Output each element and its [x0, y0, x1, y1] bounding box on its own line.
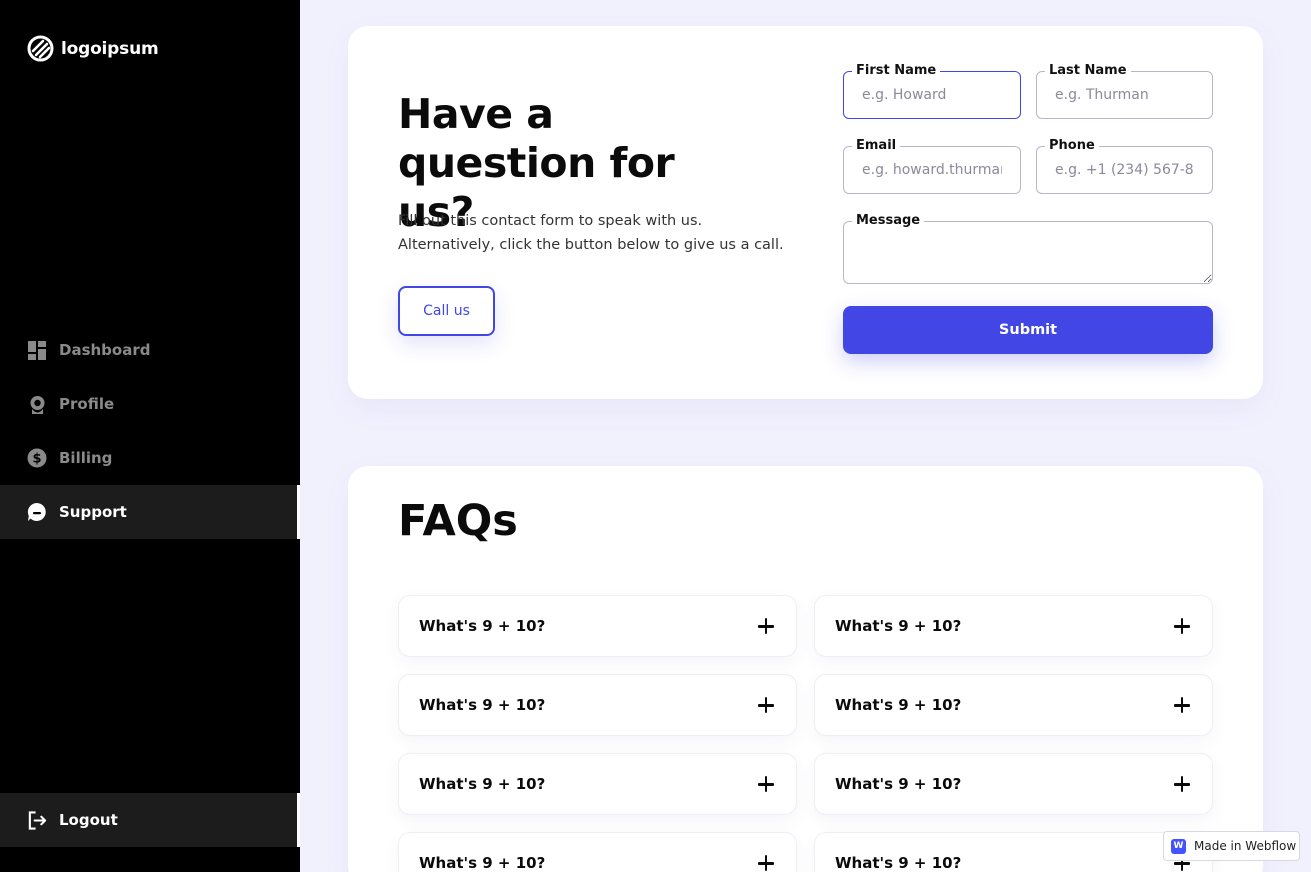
webflow-badge-label: Made in Webflow [1194, 839, 1297, 853]
sidebar: logoipsum Dashboard Profile $ Billing Su… [0, 0, 300, 872]
faq-item[interactable]: What's 9 + 10? [814, 595, 1213, 657]
plus-icon[interactable] [1174, 617, 1192, 635]
faq-question: What's 9 + 10? [835, 854, 962, 872]
logout-label: Logout [59, 811, 118, 829]
contact-subtitle: Fill out this contact form to speak with… [398, 209, 798, 257]
faq-question: What's 9 + 10? [835, 617, 962, 635]
contact-subtitle-line-1: Fill out this contact form to speak with… [398, 213, 703, 229]
first-name-field: First Name [843, 63, 1021, 119]
first-name-input[interactable] [844, 72, 1020, 118]
plus-icon[interactable] [1174, 775, 1192, 793]
faq-item[interactable]: What's 9 + 10? [814, 753, 1213, 815]
billing-dollar-icon: $ [27, 448, 47, 468]
faq-item[interactable]: What's 9 + 10? [814, 832, 1213, 872]
sidebar-item-label: Profile [59, 395, 115, 413]
message-label: Message [852, 213, 925, 228]
call-us-button[interactable]: Call us [398, 286, 495, 336]
faq-question: What's 9 + 10? [419, 854, 546, 872]
faq-question: What's 9 + 10? [419, 775, 546, 793]
sidebar-item-support[interactable]: Support [0, 485, 300, 539]
profile-icon [27, 394, 47, 414]
plus-icon[interactable] [758, 854, 776, 872]
phone-field: Phone [1036, 138, 1213, 194]
sidebar-item-label: Dashboard [59, 341, 151, 359]
logo-icon [27, 35, 54, 62]
sidebar-item-billing[interactable]: $ Billing [0, 431, 300, 485]
plus-icon[interactable] [758, 775, 776, 793]
email-label: Email [852, 138, 901, 153]
last-name-field: Last Name [1036, 63, 1213, 119]
phone-label: Phone [1045, 138, 1099, 153]
plus-icon[interactable] [758, 617, 776, 635]
faq-question: What's 9 + 10? [419, 696, 546, 714]
faq-card: FAQs What's 9 + 10? What's 9 + 10? What'… [348, 466, 1263, 872]
chat-bubble-icon [27, 502, 47, 522]
sidebar-nav: Dashboard Profile $ Billing Support [0, 323, 300, 539]
faq-item[interactable]: What's 9 + 10? [398, 674, 797, 736]
email-field: Email [843, 138, 1021, 194]
sidebar-item-label: Support [59, 503, 127, 521]
contact-subtitle-line-2: Alternatively, click the button below to… [398, 237, 784, 253]
webflow-logo-icon: W [1171, 838, 1186, 854]
faq-item[interactable]: What's 9 + 10? [398, 832, 797, 872]
dashboard-icon [27, 340, 47, 360]
plus-icon[interactable] [1174, 696, 1192, 714]
faq-item[interactable]: What's 9 + 10? [398, 595, 797, 657]
faq-title: FAQs [398, 496, 518, 546]
faq-question: What's 9 + 10? [835, 696, 962, 714]
logo[interactable]: logoipsum [27, 35, 159, 62]
contact-card: Have a question for us? Fill out this co… [348, 26, 1263, 399]
message-field: Message [843, 213, 1213, 284]
sidebar-item-profile[interactable]: Profile [0, 377, 300, 431]
app-root: logoipsum Dashboard Profile $ Billing Su… [0, 0, 1311, 872]
faq-question: What's 9 + 10? [419, 617, 546, 635]
phone-input[interactable] [1037, 147, 1212, 193]
last-name-input[interactable] [1037, 72, 1212, 118]
submit-button[interactable]: Submit [843, 306, 1213, 354]
sidebar-item-dashboard[interactable]: Dashboard [0, 323, 300, 377]
faq-question: What's 9 + 10? [835, 775, 962, 793]
logout-icon [27, 810, 47, 830]
logo-text: logoipsum [61, 38, 159, 59]
first-name-label: First Name [852, 63, 941, 78]
faq-item[interactable]: What's 9 + 10? [398, 753, 797, 815]
sidebar-item-label: Billing [59, 449, 113, 467]
email-input[interactable] [844, 147, 1020, 193]
made-in-webflow-badge[interactable]: W Made in Webflow [1163, 831, 1300, 861]
logout-button[interactable]: Logout [0, 793, 300, 847]
svg-text:$: $ [32, 452, 41, 467]
faq-item[interactable]: What's 9 + 10? [814, 674, 1213, 736]
message-textarea[interactable] [844, 222, 1212, 283]
last-name-label: Last Name [1045, 63, 1131, 78]
plus-icon[interactable] [758, 696, 776, 714]
